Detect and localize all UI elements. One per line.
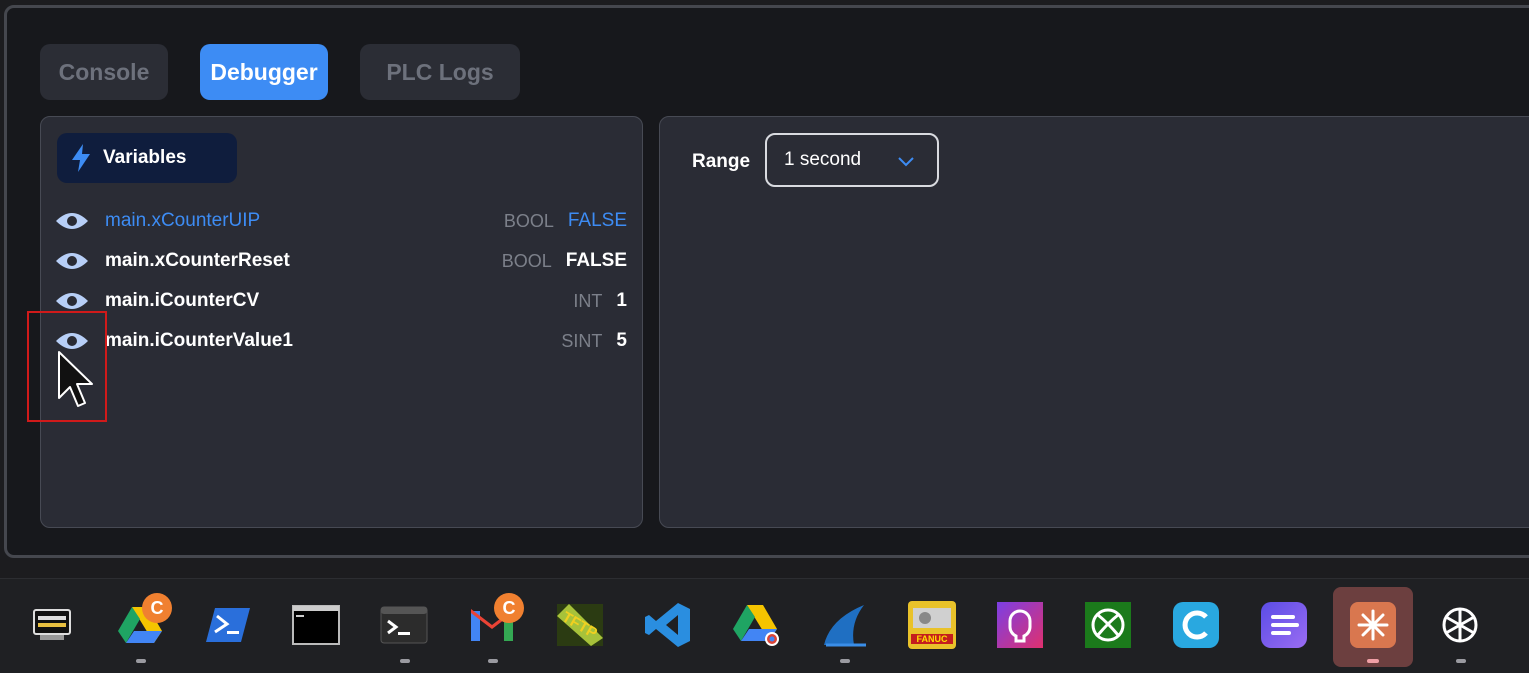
claude-icon xyxy=(1349,601,1397,654)
taskbar-app[interactable] xyxy=(1168,599,1224,655)
taskbar-app[interactable] xyxy=(728,599,784,655)
taskbar-app[interactable] xyxy=(376,599,432,655)
linear-app-icon xyxy=(1260,601,1308,654)
eye-icon[interactable] xyxy=(55,250,89,272)
proton-pass-icon xyxy=(996,601,1044,654)
variables-chip-label: Variables xyxy=(103,147,187,168)
taskbar-app[interactable]: FANUC xyxy=(904,599,960,655)
range-select[interactable]: 1 second xyxy=(765,133,939,187)
variable-value: 1 xyxy=(616,290,627,311)
command-prompt-icon xyxy=(292,604,340,650)
taskbar-app-active[interactable] xyxy=(1333,587,1413,667)
tab-console[interactable]: Console xyxy=(40,44,168,100)
variable-name: main.xCounterReset xyxy=(105,250,290,271)
windows-terminal-icon xyxy=(380,606,428,649)
notification-badge: C xyxy=(142,593,172,623)
debugger-window: Console Debugger PLC Logs Variables main… xyxy=(4,5,1529,558)
tab-debugger[interactable]: Debugger xyxy=(200,44,328,100)
fanuc-roboguide-icon: FANUC xyxy=(907,600,957,655)
mouse-cursor-icon xyxy=(56,350,96,417)
vscode-icon xyxy=(644,601,692,654)
taskbar-app[interactable] xyxy=(1080,599,1136,655)
tftp-icon: TFTP xyxy=(555,602,605,653)
tab-console-label: Console xyxy=(58,58,150,85)
variables-chip[interactable]: Variables xyxy=(57,133,237,183)
taskbar-app[interactable] xyxy=(200,599,256,655)
eye-icon[interactable] xyxy=(55,290,89,312)
taskbar-app[interactable] xyxy=(1256,599,1312,655)
fanuc-text: FANUC xyxy=(917,634,948,644)
variable-value: 5 xyxy=(616,330,627,351)
taskbar-running-indicator xyxy=(1456,659,1466,663)
variable-row[interactable]: main.xCounterReset BOOL FALSE xyxy=(55,245,627,277)
taskbar-running-indicator xyxy=(488,659,498,663)
variable-name: main.iCounterCV xyxy=(105,290,260,311)
taskbar-app[interactable]: TFTP xyxy=(552,599,608,655)
variable-value: FALSE xyxy=(567,210,627,231)
taskbar-running-indicator xyxy=(1367,659,1379,663)
taskbar-app[interactable] xyxy=(992,599,1048,655)
xbox-icon xyxy=(1084,601,1132,654)
variable-name: main.xCounterUIP xyxy=(105,210,261,231)
variable-row[interactable]: main.iCounterValue1 SINT 5 xyxy=(55,325,627,357)
taskbar-app[interactable] xyxy=(288,599,344,655)
wireshark-icon xyxy=(820,601,868,654)
powershell-icon xyxy=(205,606,251,649)
taskbar-running-indicator xyxy=(136,659,146,663)
tab-plc-logs-label: PLC Logs xyxy=(386,58,494,85)
terminal-keyboard-icon xyxy=(32,608,72,647)
taskbar-running-indicator xyxy=(400,659,410,663)
taskbar-app[interactable] xyxy=(640,599,696,655)
variable-name: main.iCounterValue1 xyxy=(105,330,293,351)
taskbar-app[interactable]: C xyxy=(112,593,172,655)
ccleaner-icon xyxy=(1172,601,1220,654)
taskbar: C C TFTP FANUC xyxy=(0,578,1529,673)
taskbar-running-indicator xyxy=(840,659,850,663)
variable-row[interactable]: main.iCounterCV INT 1 xyxy=(55,285,627,317)
taskbar-app[interactable] xyxy=(24,599,80,655)
variable-row[interactable]: main.xCounterUIP BOOL FALSE xyxy=(55,205,627,237)
variable-type: SINT xyxy=(561,330,603,351)
lightning-icon xyxy=(69,143,93,173)
variable-value: FALSE xyxy=(565,250,627,271)
taskbar-app[interactable] xyxy=(816,599,872,655)
variable-type: INT xyxy=(573,290,603,311)
chevron-down-icon xyxy=(897,152,915,174)
taskbar-app[interactable]: C xyxy=(464,593,524,655)
range-select-value: 1 second xyxy=(784,149,862,170)
tab-debugger-label: Debugger xyxy=(210,58,318,85)
variables-panel: Variables main.xCounterUIP BOOL FALSE ma… xyxy=(40,116,643,528)
chatgpt-icon xyxy=(1436,601,1484,654)
taskbar-app[interactable] xyxy=(1432,599,1488,655)
variable-type: BOOL xyxy=(503,210,554,231)
variable-type: BOOL xyxy=(501,250,552,271)
tab-plc-logs[interactable]: PLC Logs xyxy=(360,44,520,100)
notification-badge: C xyxy=(494,593,524,623)
range-label: Range xyxy=(692,151,751,172)
graph-panel: Range 1 second xyxy=(659,116,1529,528)
google-drive-chrome-icon xyxy=(732,603,780,652)
eye-icon[interactable] xyxy=(55,210,89,232)
